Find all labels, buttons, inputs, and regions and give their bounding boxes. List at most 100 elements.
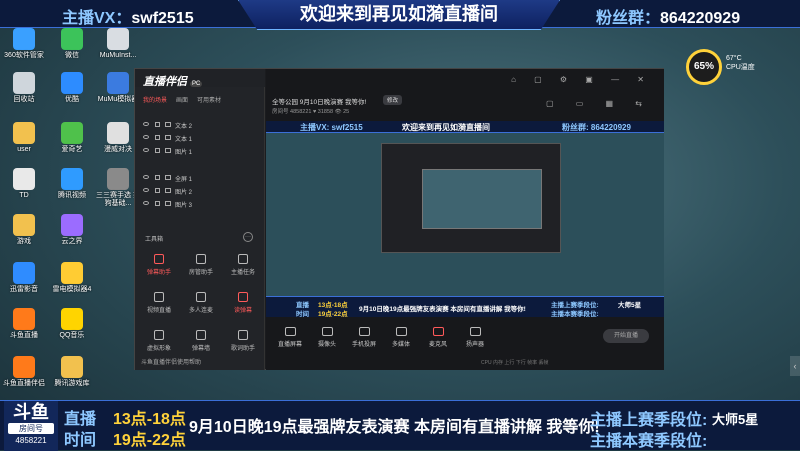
desktop-icon[interactable]: user <box>0 122 48 154</box>
desktop-icon[interactable]: 迅雷影音 <box>0 262 48 294</box>
desktop-icon[interactable]: 回收站 <box>0 72 48 104</box>
preview-nested-screen <box>422 169 542 229</box>
lock-icon[interactable] <box>155 122 160 127</box>
app-icon <box>13 168 35 190</box>
tool-icon <box>154 292 164 302</box>
tool-label: 虚拟形象 <box>146 346 171 352</box>
window-controls[interactable]: ⌂ ▢ ⚙ ▣ — ✕ <box>511 75 652 84</box>
toolbox-item[interactable]: 房管助手 <box>181 254 221 276</box>
app-icon <box>107 122 129 144</box>
toolbox-item[interactable]: 主播任务 <box>223 254 263 276</box>
desktop-icon[interactable]: 斗鱼直播 <box>0 308 48 340</box>
desktop-icon[interactable]: QQ音乐 <box>48 308 96 340</box>
tool-label: 主播任务 <box>230 270 255 276</box>
desktop-icon[interactable]: 斗鱼直播伴侣 <box>0 356 48 388</box>
visibility-icon[interactable] <box>143 122 149 126</box>
edit-title-button[interactable]: 修改 <box>383 95 403 105</box>
desktop-icon-label: MuMuInst... <box>99 52 137 59</box>
visibility-icon[interactable] <box>143 201 149 205</box>
source-control-button[interactable]: 直播屏幕 <box>272 327 308 348</box>
source-icon <box>284 327 296 336</box>
desktop-icon[interactable]: 爱奇艺 <box>48 122 96 154</box>
lock-icon[interactable] <box>155 135 160 140</box>
preview-rank-b-label: 主播本赛季段位: <box>551 311 599 317</box>
lock-icon[interactable] <box>155 175 160 180</box>
tab-my-scene[interactable]: 我的场景 <box>143 95 167 104</box>
layer-name: 文本 1 <box>175 137 193 143</box>
toolbox-more-button[interactable]: ··· <box>243 232 253 242</box>
source-control-button[interactable]: 扬声器 <box>457 327 493 348</box>
streamer-wechat: 主播VX：swf2515 <box>62 4 194 28</box>
desktop-icon[interactable]: TD <box>0 168 48 200</box>
source-label: 直播屏幕 <box>277 342 302 348</box>
desktop-icon-label: user <box>17 146 31 153</box>
scene-layer-row[interactable]: 图片 2 <box>135 186 265 197</box>
room-number-tag: 房间号 <box>8 423 54 434</box>
source-control-button[interactable]: 手机投屏 <box>346 327 382 348</box>
app-icon <box>61 262 83 284</box>
toolbox-item[interactable]: 虚拟形象 <box>139 330 179 352</box>
app-icon <box>107 168 129 190</box>
source-icon <box>358 327 370 336</box>
source-label: 多媒体 <box>391 342 410 348</box>
streamer-wechat-label: 主播VX： <box>62 10 132 27</box>
scene-layer-row[interactable]: 图片 1 <box>135 146 265 157</box>
scene-layer-row[interactable]: 文本 1 <box>135 133 265 144</box>
tool-icon <box>154 330 164 340</box>
toolbox-item[interactable]: 歌词助手 <box>223 330 263 352</box>
toolbox-item[interactable]: 弹幕墙 <box>181 330 221 352</box>
tool-label: 歌词助手 <box>230 346 255 352</box>
preview-sched-b-value: 19点-22点 <box>318 311 348 317</box>
desktop-icon[interactable]: 腾讯视频 <box>48 168 96 200</box>
lock-icon[interactable] <box>155 148 160 153</box>
preview-panel: ⌂ ▢ ⚙ ▣ — ✕ 全等公园 9月10日晚演赛 我等你! 修改 房间号 48… <box>266 69 664 370</box>
visibility-icon[interactable] <box>143 175 149 179</box>
visibility-icon[interactable] <box>143 148 149 152</box>
desktop-icon[interactable]: 优酷 <box>48 72 96 104</box>
visibility-icon[interactable] <box>143 188 149 192</box>
source-control-button[interactable]: 多媒体 <box>383 327 419 348</box>
side-expand-button[interactable]: ‹ <box>790 356 800 376</box>
toolbox-item[interactable]: 弹幕助手 <box>139 254 179 276</box>
desktop-icon[interactable]: 云之界 <box>48 214 96 246</box>
toolbox-item[interactable]: 多人连麦 <box>181 292 221 314</box>
desktop-icon[interactable]: 腾讯游戏库 <box>48 356 96 388</box>
desktop-icon[interactable]: 微信 <box>48 28 96 60</box>
start-live-button[interactable]: 开始直播 <box>603 329 649 343</box>
tool-label: 弹幕墙 <box>191 346 210 352</box>
cpu-gauge[interactable]: 65% <box>686 49 722 85</box>
desktop-icon[interactable]: 游戏 <box>0 214 48 246</box>
desktop-icon[interactable]: 360软件管家 <box>0 28 48 60</box>
app-icon <box>61 122 83 144</box>
toolbox-item[interactable]: 视频直播 <box>139 292 179 314</box>
douyu-logo: 斗鱼 <box>13 402 49 422</box>
tool-icon <box>238 254 248 264</box>
help-link[interactable]: 斗鱼直播伴侣使用帮助 <box>141 357 201 366</box>
lock-icon[interactable] <box>155 188 160 193</box>
source-control-button[interactable]: 麦克风 <box>420 327 456 348</box>
scene-layer-row[interactable]: 图片 3 <box>135 199 265 210</box>
scene-layer-row[interactable]: 全屏 1 <box>135 173 265 184</box>
tab-screen[interactable]: 画面 <box>176 95 188 104</box>
scene-tabs: 我的场景 画面 可用素材 <box>135 87 264 104</box>
desktop-icon[interactable]: 雷电模拟器4 <box>48 262 96 294</box>
layer-type-icon <box>165 122 171 127</box>
source-label: 手机投屏 <box>351 342 376 348</box>
scene-layer-row[interactable]: 文本 2 <box>135 120 265 131</box>
lock-icon[interactable] <box>155 201 160 206</box>
toolbox-item[interactable]: 读弹幕 <box>223 292 263 314</box>
visibility-icon[interactable] <box>143 135 149 139</box>
layer-name: 图片 1 <box>175 150 193 156</box>
desktop-icon-label: 迅雷影音 <box>10 286 38 293</box>
top-banner: 主播VX：swf2515 欢迎来到再见如漪直播间 粉丝群：864220929 <box>0 0 800 30</box>
tab-assets[interactable]: 可用素材 <box>197 95 221 104</box>
preview-rank-a-value: 大师5星 <box>618 302 642 309</box>
app-icon <box>13 262 35 284</box>
source-control-button[interactable]: 摄像头 <box>309 327 345 348</box>
preview-tools[interactable]: ▢ ▭ ▦ ⇆ <box>546 99 652 108</box>
preview-welcome: 欢迎来到再见如漪直播间 <box>402 123 490 132</box>
toolbox-title: 工具箱 <box>145 237 164 243</box>
app-icon <box>61 28 83 50</box>
desktop-icon-label: 回收站 <box>13 96 35 103</box>
desktop-icon[interactable]: MuMuInst... <box>94 28 142 60</box>
